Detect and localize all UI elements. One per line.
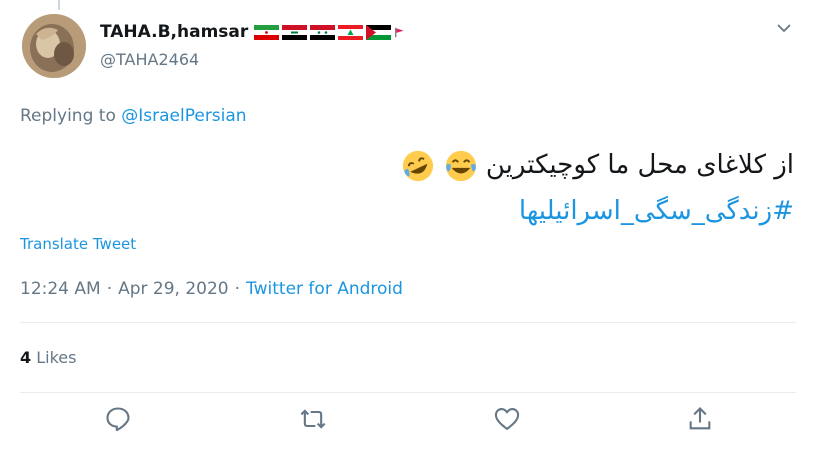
reply-mention-link[interactable]: @IsraelPersian bbox=[121, 106, 246, 126]
likes-count: 4 bbox=[20, 348, 32, 367]
iraq-flag-icon bbox=[282, 24, 308, 40]
share-icon[interactable] bbox=[686, 405, 714, 433]
translate-tweet-link[interactable]: Translate Tweet bbox=[20, 235, 136, 253]
syria-flag-icon bbox=[310, 24, 336, 40]
palestine-flag-icon bbox=[366, 24, 392, 40]
user-handle[interactable]: @TAHA2464 bbox=[100, 50, 199, 69]
heart-icon[interactable] bbox=[493, 405, 521, 433]
display-name[interactable]: TAHA.B,hamsar bbox=[100, 22, 248, 42]
flag-list bbox=[254, 24, 410, 40]
thread-line bbox=[58, 0, 60, 10]
replying-to-label: Replying to bbox=[20, 106, 116, 126]
avatar-image bbox=[22, 14, 86, 78]
retweet-icon[interactable] bbox=[299, 405, 327, 433]
red-flag-icon bbox=[395, 27, 404, 37]
tweet-line-1-text: از کلاغای محل ما کوچیکترین bbox=[485, 150, 794, 180]
lebanon-flag-icon bbox=[338, 24, 364, 40]
tweet-source-link[interactable]: Twitter for Android bbox=[246, 279, 403, 299]
divider bbox=[20, 392, 796, 393]
iran-flag-icon bbox=[254, 24, 280, 40]
tweet-time[interactable]: 12:24 AM bbox=[20, 279, 101, 299]
likes-stat[interactable]: 4 Likes bbox=[20, 348, 76, 367]
hashtag-link[interactable]: #زندگی_سگی_اسرائیلیها bbox=[34, 188, 794, 234]
tweet-line-1: از کلاغای محل ما کوچیکترین bbox=[34, 142, 794, 188]
face-with-tears-of-joy-icon bbox=[445, 150, 476, 181]
name-row: TAHA.B,hamsar bbox=[100, 22, 410, 42]
meta-separator: · bbox=[106, 279, 113, 299]
meta-separator: · bbox=[234, 279, 241, 299]
chevron-down-icon[interactable] bbox=[774, 18, 794, 38]
likes-label: Likes bbox=[36, 348, 77, 367]
action-bar bbox=[0, 405, 816, 445]
replying-to: Replying to @IsraelPersian bbox=[20, 106, 247, 126]
tweet-meta: 12:24 AM · Apr 29, 2020 · Twitter for An… bbox=[20, 279, 403, 299]
reply-icon[interactable] bbox=[104, 405, 132, 433]
tweet-date[interactable]: Apr 29, 2020 bbox=[118, 279, 229, 299]
divider bbox=[20, 322, 796, 323]
rolling-on-floor-laughing-icon bbox=[403, 150, 434, 181]
avatar[interactable] bbox=[22, 14, 86, 78]
tweet-text: از کلاغای محل ما کوچیکترین #زندگی_سگی_اس… bbox=[34, 142, 794, 234]
